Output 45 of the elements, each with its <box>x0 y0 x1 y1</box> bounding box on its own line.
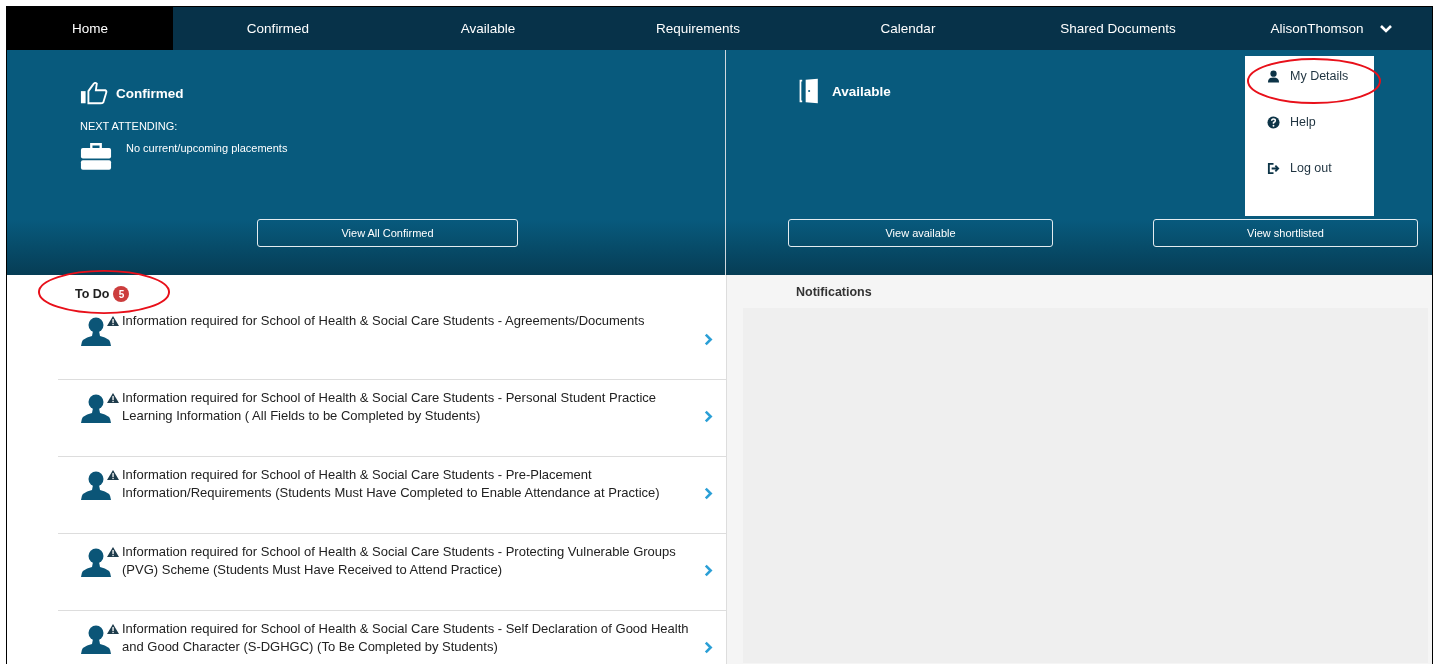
todo-item[interactable]: Information required for School of Health & Social Care Students - Personal Student Practice Learning Information ( All Fields to be Completed by Students) <box>58 380 726 457</box>
chevron-right-icon <box>704 333 713 346</box>
view-button[interactable]: View available <box>788 219 1053 247</box>
placement-text: No current/upcoming placements <box>126 142 288 154</box>
todo-item[interactable]: Information required for School of Health & Social Care Students - Pre-Placement Information/Requirements (Students Must Have Completed to Enable Attendance at Practice) <box>58 457 726 534</box>
panel-title: Confirmed <box>116 85 184 101</box>
todo-text: Information required for School of Health & Social Care Students - Self Declaration of Good Health and Good Character (S-DGHGC) (To Be Completed by Students) <box>122 620 690 656</box>
notifications-heading: Notifications <box>796 284 872 299</box>
person-warning-icon <box>80 391 122 425</box>
panel-title: Available <box>832 83 891 99</box>
chevron-right-icon <box>704 410 713 423</box>
person-icon <box>1267 69 1280 83</box>
logout-icon <box>1267 161 1280 175</box>
chevron-down-icon <box>1379 24 1392 33</box>
person-warning-icon <box>80 622 122 656</box>
todo-text: Information required for School of Health & Social Care Students - Protecting Vulnerable Groups (PVG) Scheme (Students Must Have Received to Attend Practice) <box>122 543 677 579</box>
thumbs-up-icon <box>80 80 108 106</box>
briefcase-icon <box>80 142 112 171</box>
menu-item[interactable]: Log out <box>1267 161 1374 175</box>
todo-heading: To Do <box>75 287 110 301</box>
view-button[interactable]: View shortlisted <box>1153 219 1418 247</box>
chevron-right-icon <box>704 641 713 654</box>
menu-item[interactable]: Help <box>1267 115 1374 129</box>
todo-text: Information required for School of Health & Social Care Students - Agreements/Documents <box>122 312 646 330</box>
nav-tab[interactable]: Home <box>7 7 173 50</box>
nav-tab[interactable]: Requirements <box>593 7 803 50</box>
person-warning-icon <box>80 545 122 579</box>
chevron-right-icon <box>704 487 713 500</box>
todo-text: Information required for School of Health & Social Care Students - Pre-Placement Information/Requirements (Students Must Have Completed to Enable Attendance at Practice) <box>122 466 661 502</box>
nav-tab[interactable]: Shared Documents <box>1013 7 1223 50</box>
nav-tab[interactable]: Available <box>383 7 593 50</box>
person-warning-icon <box>80 314 122 348</box>
nav-tab[interactable]: Calendar <box>803 7 1013 50</box>
nav-tab[interactable]: Confirmed <box>173 7 383 50</box>
view-confirmed-button[interactable]: View All Confirmed <box>257 219 518 247</box>
todo-text: Information required for School of Health & Social Care Students - Personal Student Practice Learning Information ( All Fields to be Completed by Students) <box>122 389 657 425</box>
todo-item[interactable]: Information required for School of Health & Social Care Students - Protecting Vulnerable Groups (PVG) Scheme (Students Must Have Received to Attend Practice) <box>58 534 726 611</box>
person-warning-icon <box>80 468 122 502</box>
user-menu-toggle[interactable]: AlisonThomson <box>1223 7 1431 50</box>
todo-item[interactable]: Information required for School of Health & Social Care Students - Agreements/Documents <box>58 303 726 380</box>
question-icon <box>1267 115 1280 129</box>
next-attending-label: NEXT ATTENDING: <box>80 120 179 132</box>
todo-item[interactable]: Information required for School of Health & Social Care Students - Self Declaration of Good Health and Good Character (S-DGHGC) (To Be Completed by Students) <box>58 611 726 664</box>
count-badge: 5 <box>113 286 130 302</box>
chevron-right-icon <box>704 564 713 577</box>
